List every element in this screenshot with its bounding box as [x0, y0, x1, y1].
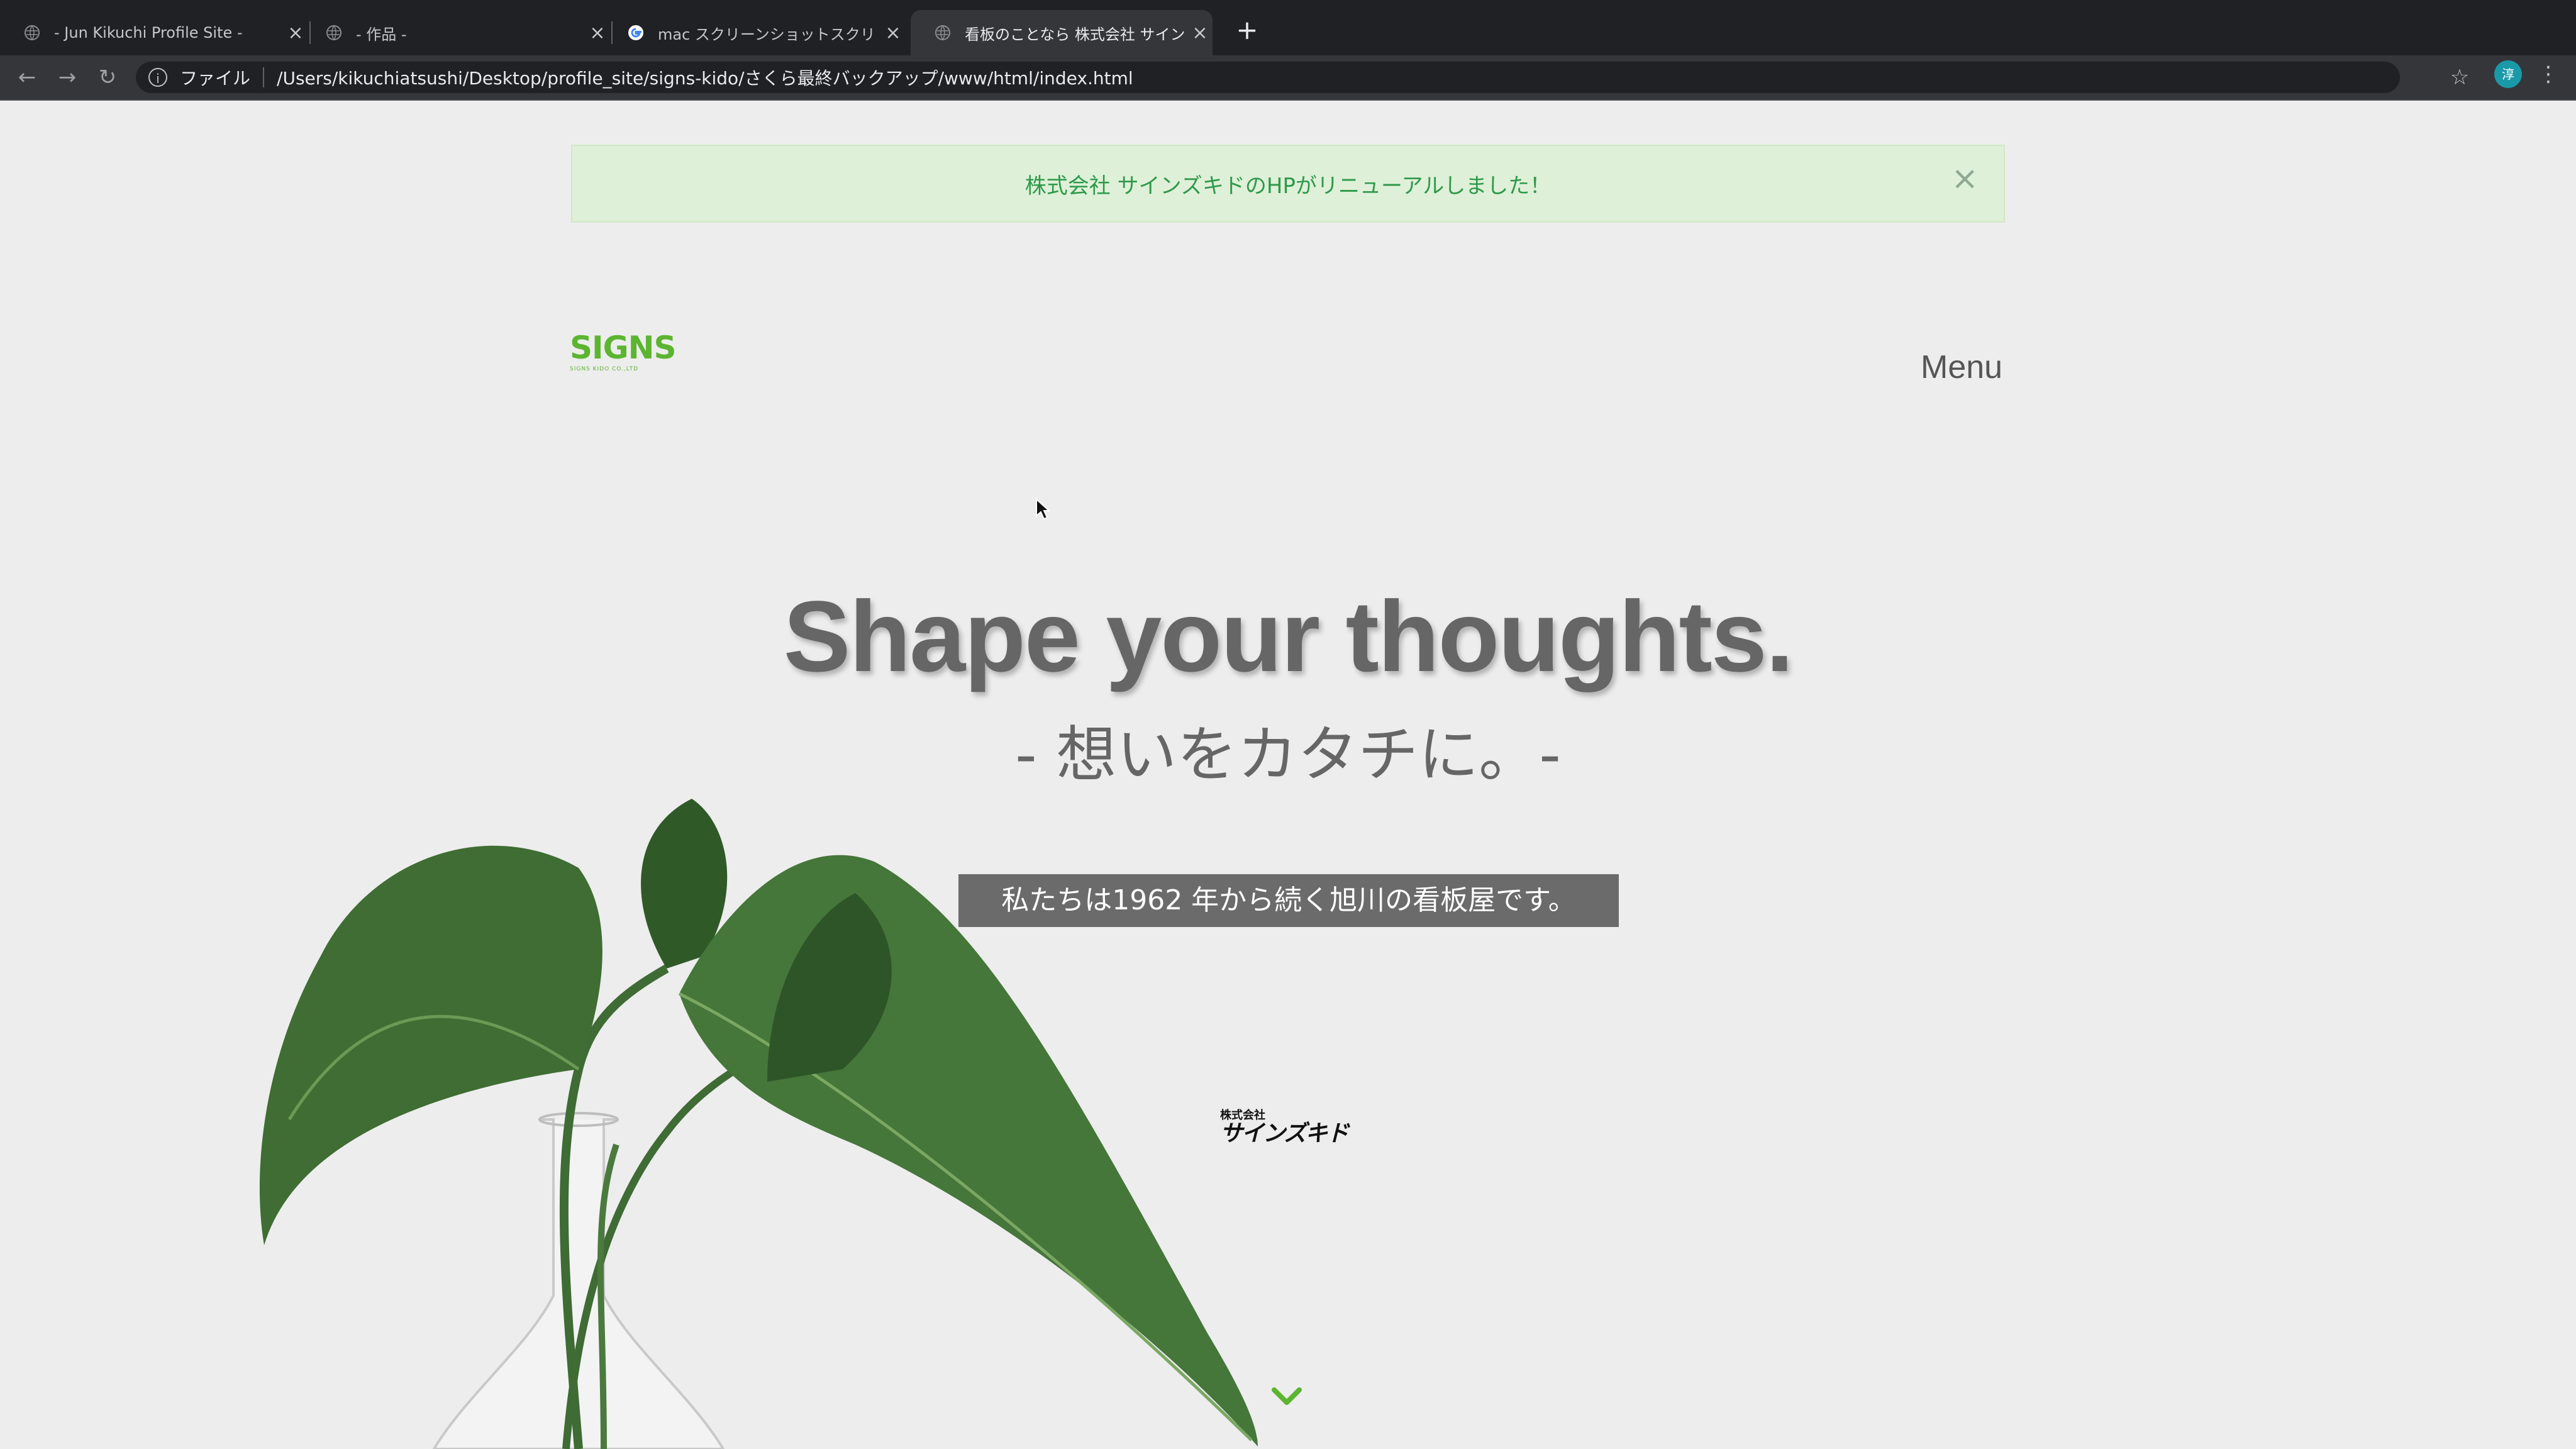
tab-title: mac スクリーンショットスクリ	[658, 25, 875, 43]
address-bar[interactable]: i ファイル /Users/kikuchiatsushi/Desktop/pro…	[136, 62, 2400, 93]
site-logo[interactable]: SIGNS SIGNS KIDO CO.,LTD	[570, 330, 677, 376]
plant-hero-image	[259, 799, 1258, 1449]
new-tab-button[interactable]: +	[1231, 15, 1263, 47]
tab-close-icon[interactable]: ×	[880, 22, 906, 44]
mouse-cursor-icon	[1036, 498, 1050, 520]
alert-message: 株式会社 サインズキドのHPがリニューアルしました！	[1024, 173, 1552, 199]
company-logo-mark: 株式会社 サインズキド	[1220, 1109, 1358, 1147]
hero-subtitle: - 想いをカタチに。-	[1015, 719, 1561, 790]
browser-menu-icon[interactable]: ⋮	[2536, 62, 2561, 87]
hero-title: Shape your thoughts.	[783, 580, 1794, 692]
logo-text: SIGNS	[570, 330, 677, 366]
hero-tagline: 私たちは1962 年から続く旭川の看板屋です。	[958, 874, 1619, 927]
address-url[interactable]: /Users/kikuchiatsushi/Desktop/profile_si…	[277, 65, 1133, 90]
tab-jun-kikuchi-profile[interactable]: - Jun Kikuchi Profile Site - ×	[0, 10, 308, 55]
menu-button[interactable]: Menu	[1921, 348, 2002, 386]
tab-title: - 作品 -	[356, 25, 407, 43]
tab-close-icon[interactable]: ×	[1187, 22, 1213, 44]
logo-subtext: SIGNS KIDO CO.,LTD	[570, 366, 639, 372]
globe-icon	[326, 25, 341, 40]
chevron-down-icon[interactable]	[1270, 1384, 1303, 1409]
bookmark-star-icon[interactable]: ☆	[2444, 62, 2475, 93]
browser-toolbar: ← → ↻ i ファイル /Users/kikuchiatsushi/Deskt…	[0, 55, 2576, 101]
google-icon	[628, 25, 643, 40]
globe-icon	[935, 25, 950, 40]
tab-works[interactable]: - 作品 - ×	[302, 10, 610, 55]
reload-icon[interactable]: ↻	[92, 62, 123, 93]
tab-mac-screenshot[interactable]: mac スクリーンショットスクリ ×	[604, 10, 906, 55]
address-scheme-label: ファイル	[180, 68, 251, 89]
tab-title: - Jun Kikuchi Profile Site -	[54, 24, 243, 42]
forward-icon[interactable]: →	[52, 62, 83, 93]
tab-signs-kido-active[interactable]: 看板のことなら 株式会社 サイン ×	[911, 10, 1213, 55]
company-mark-small: 株式会社	[1220, 1109, 1265, 1122]
renewal-alert: 株式会社 サインズキドのHPがリニューアルしました！ ×	[571, 145, 2005, 223]
profile-avatar[interactable]: 淳	[2494, 60, 2522, 88]
address-divider	[263, 67, 265, 87]
back-icon[interactable]: ←	[11, 62, 43, 93]
info-icon[interactable]: i	[148, 68, 167, 87]
browser-tab-bar: - Jun Kikuchi Profile Site - × - 作品 - × …	[0, 0, 2576, 55]
page-viewport: 株式会社 サインズキドのHPがリニューアルしました！ × SIGNS SIGNS…	[0, 101, 2576, 1449]
alert-close-icon[interactable]: ×	[1951, 162, 1979, 195]
tab-title: 看板のことなら 株式会社 サイン	[965, 25, 1185, 43]
company-mark-name: サインズキド	[1220, 1121, 1349, 1146]
globe-icon	[25, 25, 40, 40]
